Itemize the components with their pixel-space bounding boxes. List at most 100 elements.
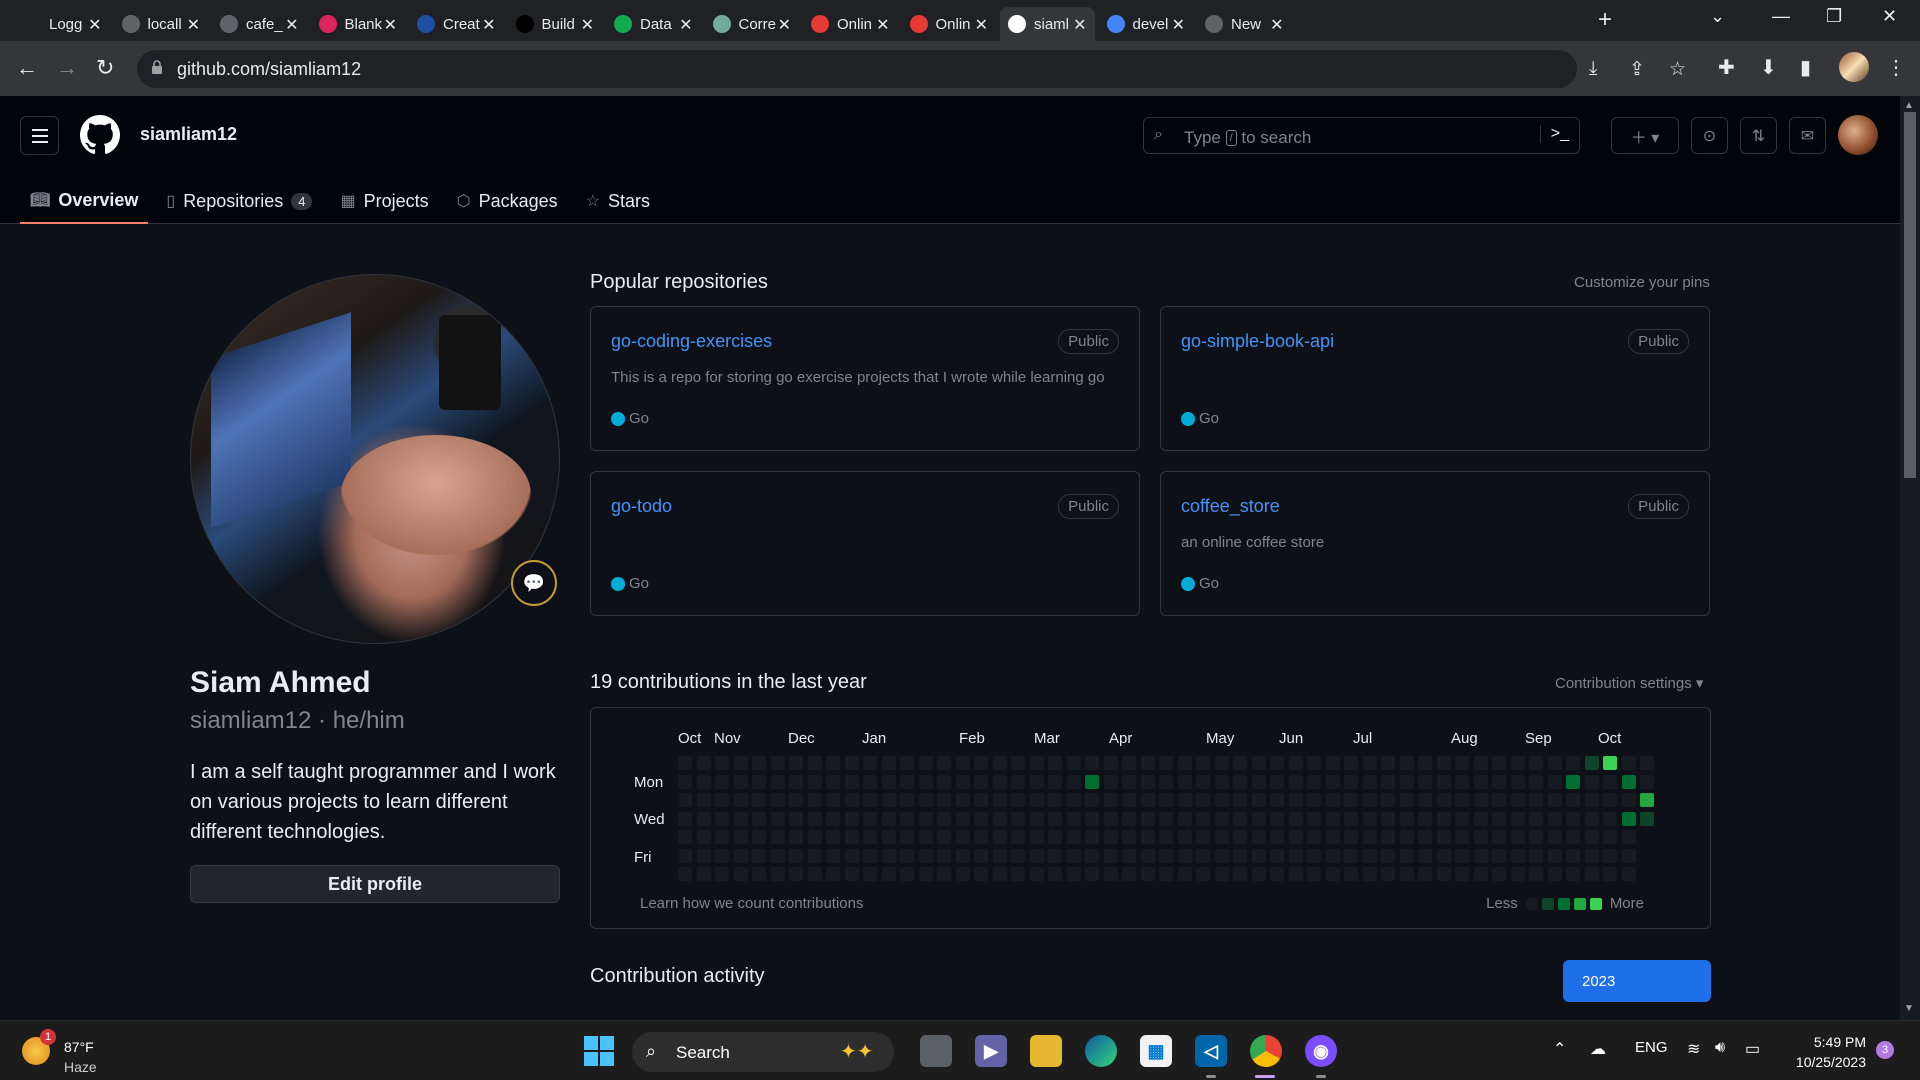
taskbar-search[interactable]: ⌕ Search ✦✦ xyxy=(632,1032,894,1072)
contribution-cell[interactable] xyxy=(1398,773,1415,790)
contribution-cell[interactable] xyxy=(1195,755,1211,771)
contribution-cell[interactable] xyxy=(1102,773,1119,790)
contribution-cell[interactable] xyxy=(806,829,823,845)
contribution-cell[interactable] xyxy=(1250,829,1267,845)
contribution-cell[interactable] xyxy=(1306,792,1322,808)
contribution-cell[interactable] xyxy=(1010,755,1026,771)
contribution-cell[interactable] xyxy=(1361,847,1378,864)
contribution-cell[interactable] xyxy=(917,847,934,864)
contribution-cell[interactable] xyxy=(1232,792,1248,808)
contribution-cell[interactable] xyxy=(1491,773,1507,790)
contribution-cell[interactable] xyxy=(1065,829,1082,845)
contribution-cell[interactable] xyxy=(1435,829,1452,845)
contribution-cell[interactable] xyxy=(1047,810,1063,827)
contribution-cell[interactable] xyxy=(788,829,804,845)
contribution-cell[interactable] xyxy=(695,866,712,882)
contribution-cell[interactable] xyxy=(1565,755,1581,771)
contribution-cell[interactable] xyxy=(936,866,952,882)
contribution-cell[interactable] xyxy=(1398,829,1415,845)
scroll-up-icon[interactable]: ▲ xyxy=(1904,100,1914,111)
close-tab-icon[interactable]: ✕ xyxy=(285,15,298,35)
contribution-cell[interactable] xyxy=(862,773,878,790)
file-explorer-icon[interactable] xyxy=(1030,1035,1062,1067)
contribution-cell[interactable] xyxy=(788,847,804,864)
contribution-cell[interactable] xyxy=(1195,773,1211,790)
contribution-cell[interactable] xyxy=(695,755,712,771)
contribution-cell[interactable] xyxy=(677,810,693,827)
contribution-cell[interactable] xyxy=(1324,755,1341,771)
contribution-cell[interactable] xyxy=(1454,847,1470,864)
battery-icon[interactable]: ▭ xyxy=(1745,1039,1760,1059)
contribution-cell[interactable] xyxy=(1250,755,1267,771)
contribution-cell[interactable] xyxy=(1250,866,1267,882)
contribution-cell[interactable] xyxy=(1361,773,1378,790)
contribution-cell[interactable] xyxy=(936,755,952,771)
customize-pins-link[interactable]: Customize your pins xyxy=(1574,274,1710,291)
contribution-cell[interactable] xyxy=(1139,829,1156,845)
contribution-cell[interactable] xyxy=(843,866,860,882)
close-tab-icon[interactable]: ✕ xyxy=(1270,15,1283,35)
close-tab-icon[interactable]: ✕ xyxy=(581,15,594,35)
new-tab-button[interactable]: + xyxy=(1598,6,1612,34)
contribution-cell[interactable] xyxy=(1158,810,1174,827)
contribution-cell[interactable] xyxy=(1139,847,1156,864)
contribution-cell[interactable] xyxy=(1343,829,1359,845)
contribution-cell[interactable] xyxy=(1509,792,1526,808)
contribution-cell[interactable] xyxy=(1565,792,1581,808)
contribution-cell[interactable] xyxy=(1583,866,1600,882)
contribution-cell[interactable] xyxy=(954,792,971,808)
contribution-cell[interactable] xyxy=(1028,792,1045,808)
browser-tab[interactable]: devel ✕ xyxy=(1099,7,1194,41)
inbox-icon[interactable]: ✉ xyxy=(1789,117,1826,154)
contribution-cell[interactable] xyxy=(1454,829,1470,845)
address-bar[interactable]: github.com/siamliam12 ⤓ ⇪ ☆ xyxy=(137,50,1686,88)
contribution-cell[interactable] xyxy=(1047,829,1063,845)
close-tab-icon[interactable]: ✕ xyxy=(384,15,397,35)
contribution-cell[interactable] xyxy=(1287,773,1304,790)
browser-tab[interactable]: Onlin ✕ xyxy=(803,7,898,41)
learn-contributions-link[interactable]: Learn how we count contributions xyxy=(640,895,863,912)
contribution-cell[interactable] xyxy=(714,847,730,864)
contribution-cell[interactable] xyxy=(1509,810,1526,827)
contribution-cell[interactable] xyxy=(1583,792,1600,808)
contribution-cell[interactable] xyxy=(991,792,1008,808)
contribution-cell[interactable] xyxy=(1472,829,1489,845)
contribution-cell[interactable] xyxy=(1065,755,1082,771)
browser-tab[interactable]: New ✕ xyxy=(1197,7,1292,41)
contribution-cell[interactable] xyxy=(1620,773,1637,790)
chrome-icon[interactable] xyxy=(1250,1035,1282,1067)
contribution-cell[interactable] xyxy=(1620,866,1637,882)
close-tab-icon[interactable]: ✕ xyxy=(1073,15,1086,35)
contribution-cell[interactable] xyxy=(899,773,915,790)
contribution-cell[interactable] xyxy=(954,755,971,771)
close-tab-icon[interactable]: ✕ xyxy=(1172,15,1185,35)
contribution-cell[interactable] xyxy=(732,755,749,771)
tab-search-icon[interactable]: ⌄ xyxy=(1710,6,1725,27)
contribution-cell[interactable] xyxy=(695,829,712,845)
contribution-cell[interactable] xyxy=(1102,755,1119,771)
contribution-cell[interactable] xyxy=(1232,810,1248,827)
browser-tab[interactable]: locall ✕ xyxy=(114,7,209,41)
contribution-cell[interactable] xyxy=(1306,829,1322,845)
contribution-cell[interactable] xyxy=(1269,866,1285,882)
contribution-cell[interactable] xyxy=(714,810,730,827)
contribution-cell[interactable] xyxy=(1047,773,1063,790)
contribution-cell[interactable] xyxy=(769,755,786,771)
contribution-cell[interactable] xyxy=(973,866,989,882)
contribution-cell[interactable] xyxy=(1620,829,1637,845)
contribution-cell[interactable] xyxy=(954,810,971,827)
contribution-cell[interactable] xyxy=(1565,847,1581,864)
scroll-down-icon[interactable]: ▼ xyxy=(1904,1003,1914,1014)
contribution-cell[interactable] xyxy=(1620,847,1637,864)
contribution-cell[interactable] xyxy=(1565,866,1581,882)
contribution-cell[interactable] xyxy=(806,792,823,808)
vscode-icon[interactable]: ◁ xyxy=(1195,1035,1227,1067)
contribution-cell[interactable] xyxy=(862,866,878,882)
contribution-cell[interactable] xyxy=(825,829,841,845)
contribution-cell[interactable] xyxy=(899,755,915,771)
contribution-cell[interactable] xyxy=(788,773,804,790)
contribution-cell[interactable] xyxy=(1398,847,1415,864)
contribution-cell[interactable] xyxy=(1343,847,1359,864)
contribution-cell[interactable] xyxy=(1417,847,1433,864)
contribution-cell[interactable] xyxy=(1454,773,1470,790)
